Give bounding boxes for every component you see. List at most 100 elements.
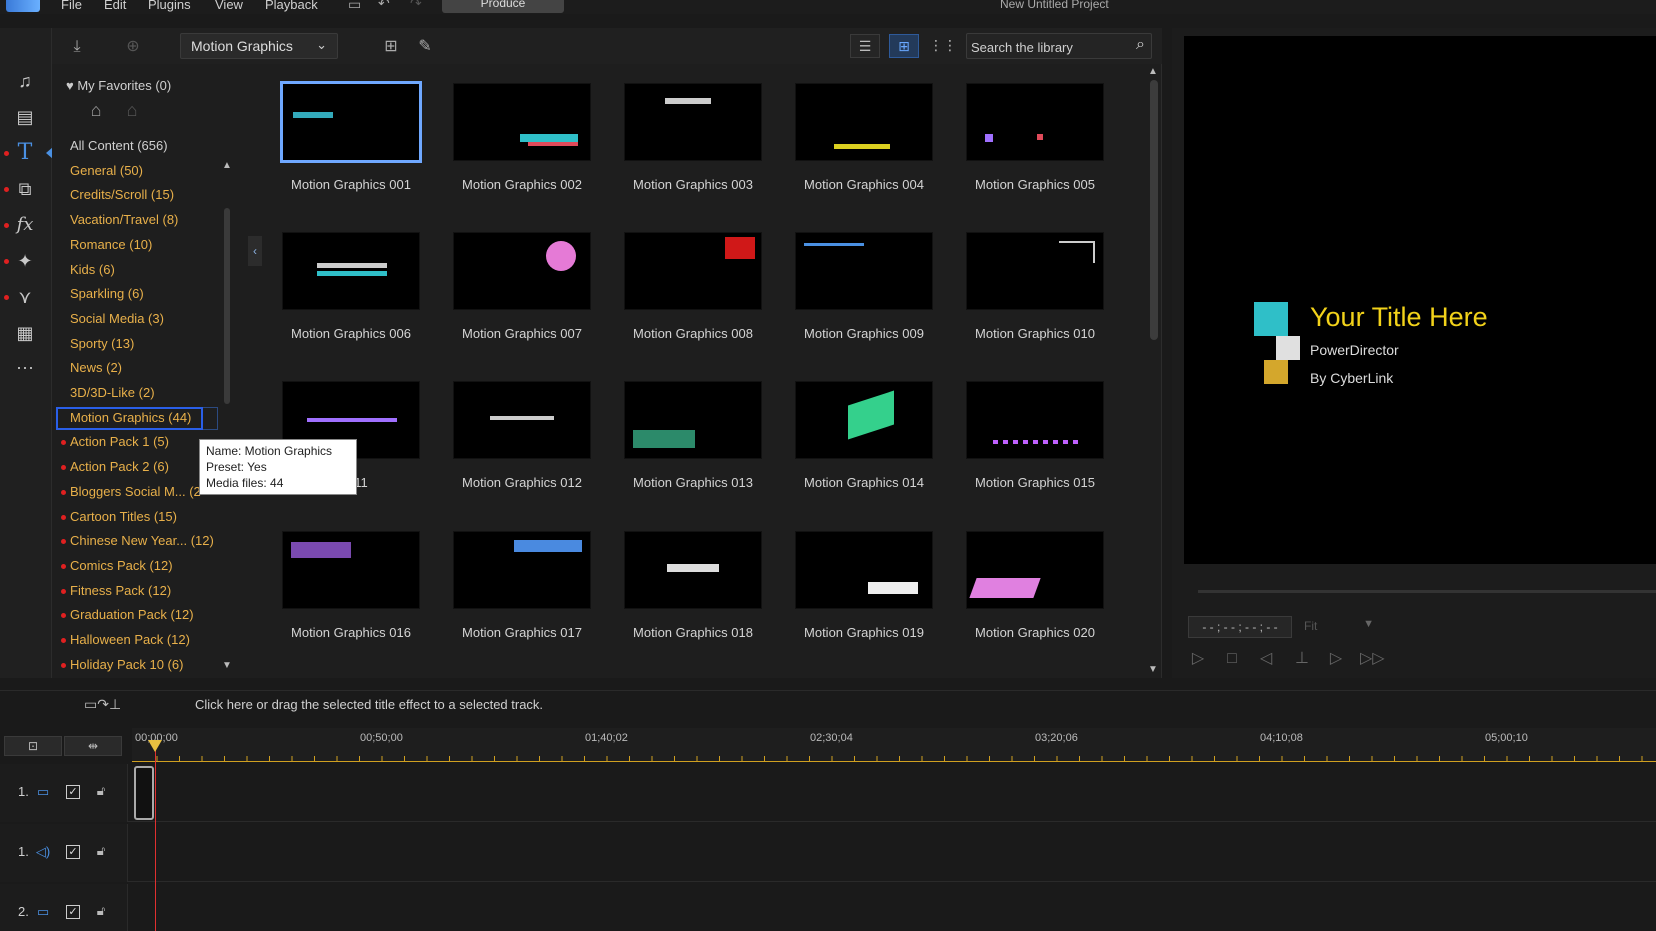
track-clip[interactable]: [134, 766, 154, 820]
edit-title-icon[interactable]: ✎: [414, 36, 436, 58]
small-grid-view-button[interactable]: ⋮⋮: [928, 34, 958, 58]
search-icon[interactable]: ⌕: [1136, 36, 1145, 54]
category-item[interactable]: Action Pack 1 (5): [70, 434, 169, 449]
thumbnail-label[interactable]: Motion Graphics 018: [608, 625, 778, 640]
category-item[interactable]: Sparkling (6): [70, 286, 144, 301]
category-item[interactable]: Social Media (3): [70, 311, 164, 326]
title-thumbnail[interactable]: [454, 233, 590, 309]
menu-plugins[interactable]: Plugins: [148, 0, 191, 12]
title-thumbnail[interactable]: [967, 532, 1103, 608]
list-view-button[interactable]: ☰: [850, 34, 880, 58]
grid-view-button[interactable]: ⊞: [889, 34, 919, 58]
title-thumbnail[interactable]: [796, 382, 932, 458]
title-thumbnail[interactable]: [625, 84, 761, 160]
title-thumbnail[interactable]: [454, 382, 590, 458]
category-item[interactable]: Sporty (13): [70, 336, 134, 351]
title-thumbnail[interactable]: [967, 84, 1103, 160]
thumbnail-label[interactable]: Motion Graphics 020: [950, 625, 1120, 640]
title-thumbnail[interactable]: [283, 233, 419, 309]
save-icon[interactable]: ▭: [348, 0, 361, 13]
template-room-icon[interactable]: ▤: [12, 104, 38, 130]
category-item[interactable]: Fitness Pack (12): [70, 583, 171, 598]
category-item[interactable]: Bloggers Social M... (2: [70, 484, 201, 499]
category-item[interactable]: Holiday Pack 10 (6): [70, 657, 183, 672]
transition-room-icon[interactable]: ⧉: [12, 176, 38, 202]
category-item[interactable]: Credits/Scroll (15): [70, 187, 174, 202]
timecode-display[interactable]: - - ; - - ; - - ; - -: [1188, 616, 1292, 638]
menu-file[interactable]: File: [61, 0, 82, 12]
thumbnail-label[interactable]: Motion Graphics 016: [266, 625, 436, 640]
lock-icon[interactable]: 🔓︎: [94, 843, 108, 859]
preview-screen[interactable]: [1184, 36, 1656, 564]
search-input[interactable]: [971, 38, 1121, 56]
menu-edit[interactable]: Edit: [104, 0, 126, 12]
lock-icon[interactable]: 🔓︎: [94, 783, 108, 799]
remove-tag-icon[interactable]: ⌂: [120, 100, 144, 126]
title-thumbnail[interactable]: [967, 382, 1103, 458]
title-thumbnail[interactable]: [796, 532, 932, 608]
thumbnail-label[interactable]: Motion Graphics 005: [950, 177, 1120, 192]
category-item[interactable]: Romance (10): [70, 237, 152, 252]
timeline-tools-icon[interactable]: ▭↷⊥: [84, 696, 156, 716]
category-item[interactable]: 3D/3D-Like (2): [70, 385, 155, 400]
thumbnail-label[interactable]: Motion Graphics 014: [779, 475, 949, 490]
playhead-handle[interactable]: [148, 740, 162, 752]
category-item[interactable]: Chinese New Year... (12): [70, 533, 214, 548]
thumbnail-label[interactable]: Motion Graphics 017: [437, 625, 607, 640]
thumbnail-label[interactable]: Motion Graphics 019: [779, 625, 949, 640]
timeline-track[interactable]: [0, 884, 1656, 931]
category-item[interactable]: Graduation Pack (12): [70, 607, 194, 622]
particle-room-icon[interactable]: ⋎: [12, 284, 38, 310]
play-icon[interactable]: ▷: [1186, 648, 1210, 670]
create-title-icon[interactable]: ⊞: [380, 36, 402, 58]
category-item[interactable]: All Content (656): [70, 138, 168, 153]
pip-room-icon[interactable]: ✦: [12, 248, 38, 274]
thumbnail-label[interactable]: Motion Graphics 010: [950, 326, 1120, 341]
more-icon[interactable]: ···: [12, 354, 38, 380]
track-manager-button[interactable]: ⊡: [4, 736, 62, 756]
thumbnail-label[interactable]: Motion Graphics 008: [608, 326, 778, 341]
title-thumbnail[interactable]: [625, 382, 761, 458]
title-thumbnail[interactable]: [625, 233, 761, 309]
add-tag-icon[interactable]: ⌂: [84, 100, 108, 126]
next-frame-icon[interactable]: ▷: [1324, 648, 1348, 670]
thumbnail-label[interactable]: Motion Graphics 002: [437, 177, 607, 192]
title-thumbnail[interactable]: [283, 532, 419, 608]
category-item[interactable]: Vacation/Travel (8): [70, 212, 178, 227]
download-content-icon[interactable]: ⊕: [122, 36, 144, 58]
grid-scrollbar[interactable]: [1150, 80, 1158, 340]
favorites-row[interactable]: ♥ My Favorites (0): [66, 78, 171, 93]
tree-scroll-up-icon[interactable]: ▲: [222, 160, 232, 171]
fast-forward-icon[interactable]: ▷▷: [1360, 648, 1385, 670]
timeline-track[interactable]: [0, 764, 1656, 822]
track-enable-checkbox[interactable]: ✓: [66, 845, 80, 859]
fx-room-icon[interactable]: fx: [12, 212, 38, 238]
preview-seek-bar[interactable]: [1198, 590, 1656, 593]
fit-timeline-button[interactable]: ⇹: [64, 736, 122, 756]
collapse-tree-button[interactable]: ‹: [248, 236, 262, 266]
previous-frame-icon[interactable]: ◁: [1254, 648, 1278, 670]
category-item[interactable]: Kids (6): [70, 262, 115, 277]
thumbnail-label[interactable]: Motion Graphics 003: [608, 177, 778, 192]
title-thumbnail[interactable]: [625, 532, 761, 608]
category-item[interactable]: Action Pack 2 (6): [70, 459, 169, 474]
title-thumbnail[interactable]: [796, 233, 932, 309]
menu-view[interactable]: View: [215, 0, 243, 12]
import-icon[interactable]: ⤓: [66, 36, 88, 58]
category-item[interactable]: News (2): [70, 360, 122, 375]
thumbnail-label[interactable]: Motion Graphics 015: [950, 475, 1120, 490]
thumbnail-label[interactable]: Motion Graphics 006: [266, 326, 436, 341]
category-item[interactable]: General (50): [70, 163, 143, 178]
category-item[interactable]: Halloween Pack (12): [70, 632, 190, 647]
timeline-hint-text[interactable]: Click here or drag the selected title ef…: [195, 697, 543, 712]
thumbnail-label[interactable]: Motion Graphics 013: [608, 475, 778, 490]
thumbnail-label[interactable]: Motion Graphics 012: [437, 475, 607, 490]
thumbnail-label[interactable]: Motion Graphics 007: [437, 326, 607, 341]
thumbnail-label[interactable]: Motion Graphics 004: [779, 177, 949, 192]
thumbnail-label[interactable]: Motion Graphics 009: [779, 326, 949, 341]
category-item[interactable]: Comics Pack (12): [70, 558, 173, 573]
category-dropdown[interactable]: Motion Graphics ⌄: [180, 33, 338, 59]
thumbnail-label[interactable]: Motion Graphics 001: [266, 177, 436, 192]
title-thumbnail[interactable]: [796, 84, 932, 160]
timeline-track[interactable]: [0, 824, 1656, 882]
